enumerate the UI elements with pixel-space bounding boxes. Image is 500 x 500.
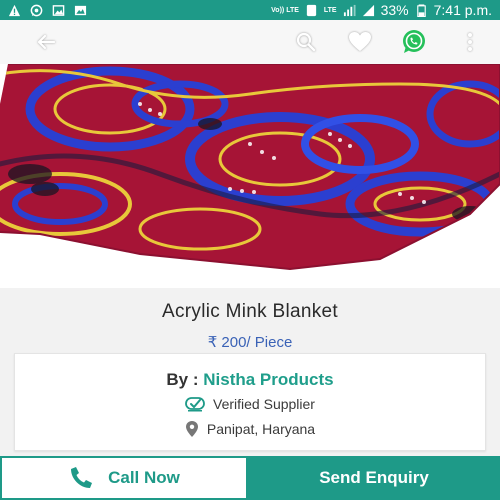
heart-icon [349, 32, 371, 51]
product-image[interactable] [0, 64, 500, 288]
back-arrow-icon [37, 34, 56, 50]
location-pin-icon [185, 421, 198, 437]
verified-row: Verified Supplier [15, 396, 485, 412]
image-notification-icon [52, 4, 65, 16]
whatsapp-button[interactable] [400, 28, 428, 56]
battery-percent: 33% [380, 2, 409, 18]
whatsapp-notification-icon [30, 4, 43, 16]
send-enquiry-label: Send Enquiry [319, 468, 429, 487]
location-row: Panipat, Haryana [15, 420, 485, 438]
product-info: Acrylic Mink Blanket ₹ 200/ Piece [0, 288, 500, 356]
verified-check-icon [185, 397, 205, 412]
wishlist-button[interactable] [346, 28, 374, 56]
system-indicators: Vo)) LTE LTE 33% 7:41 p.m. [271, 2, 492, 18]
supplier-card: By : Nistha Products Verified Supplier P… [14, 353, 486, 451]
call-now-label: Call Now [108, 468, 180, 487]
send-enquiry-button[interactable]: Send Enquiry [248, 456, 500, 500]
location-label: Panipat, Haryana [206, 421, 316, 437]
app-bar [0, 20, 500, 64]
whatsapp-icon [403, 30, 425, 53]
battery-icon [416, 3, 426, 17]
supplier-name[interactable]: Nistha Products [203, 370, 333, 389]
sim-icon [306, 4, 317, 16]
warning-icon [8, 4, 21, 16]
supplier-heading: By : Nistha Products [15, 370, 485, 390]
call-now-button[interactable]: Call Now [0, 456, 248, 500]
cell-signal-icon [362, 4, 374, 16]
wifi-signal-icon [343, 4, 356, 16]
product-title: Acrylic Mink Blanket [162, 301, 338, 322]
search-icon [296, 32, 316, 52]
lte-indicator: LTE [323, 6, 337, 14]
search-button[interactable] [292, 28, 320, 56]
more-vert-icon [468, 33, 472, 51]
gallery-notification-icon [74, 5, 87, 15]
more-options-button[interactable] [456, 28, 484, 56]
notification-icons [8, 4, 87, 17]
clock: 7:41 p.m. [433, 2, 492, 18]
phone-icon [71, 467, 93, 488]
product-price: ₹ 200/ Piece [207, 334, 293, 351]
blanket-image [0, 64, 500, 271]
verified-label: Verified Supplier [213, 396, 315, 412]
back-button[interactable] [32, 28, 60, 56]
by-label: By : [166, 370, 199, 389]
volte-indicator: Vo)) LTE [271, 6, 299, 14]
status-bar: Vo)) LTE LTE 33% 7:41 p.m. [0, 0, 500, 20]
bottom-action-bar: Call Now Send Enquiry [0, 456, 500, 500]
